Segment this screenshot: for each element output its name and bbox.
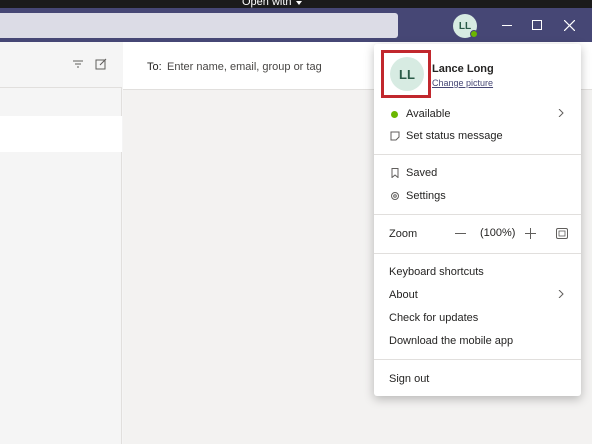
zoom-in-icon[interactable]	[525, 228, 536, 239]
sign-out-item[interactable]: Sign out	[374, 368, 581, 390]
check-updates-label: Check for updates	[389, 312, 479, 324]
zoom-value: (100%)	[480, 227, 516, 239]
list-item[interactable]	[0, 116, 122, 152]
open-with-button[interactable]: Open with	[236, 0, 308, 8]
divider	[374, 253, 581, 254]
open-with-label: Open with	[242, 0, 292, 8]
saved-item[interactable]: Saved	[374, 162, 581, 184]
keyboard-shortcuts-label: Keyboard shortcuts	[389, 266, 484, 278]
chevron-down-icon	[295, 1, 302, 5]
close-button[interactable]	[558, 14, 580, 36]
highlight-box	[381, 50, 431, 98]
settings-label: Settings	[406, 190, 446, 202]
zoom-row: Zoom	[374, 223, 581, 245]
search-input[interactable]	[0, 13, 398, 38]
status-dot-icon	[390, 109, 400, 119]
minimize-button[interactable]	[496, 14, 518, 36]
zoom-out-icon[interactable]	[455, 233, 466, 234]
zoom-label: Zoom	[389, 228, 418, 240]
set-status-label: Set status message	[406, 130, 503, 142]
compose-icon[interactable]	[95, 58, 107, 70]
filter-icon[interactable]	[72, 58, 84, 70]
gear-icon	[391, 192, 399, 200]
download-mobile-item[interactable]: Download the mobile app	[374, 330, 581, 352]
chevron-right-icon	[558, 109, 564, 117]
sign-out-label: Sign out	[389, 373, 430, 385]
avatar-initials: LL	[458, 20, 472, 32]
recipient-input[interactable]: Enter name, email, group or tag	[167, 61, 322, 73]
divider	[374, 214, 581, 215]
chevron-right-icon	[558, 290, 564, 298]
bookmark-icon	[391, 168, 399, 178]
about-label: About	[389, 289, 418, 301]
close-icon	[563, 19, 575, 31]
chat-list-pane	[0, 42, 122, 444]
change-picture-link[interactable]: Change picture	[432, 78, 493, 88]
divider	[374, 154, 581, 155]
maximize-icon	[532, 20, 542, 30]
about-item[interactable]: About	[374, 284, 581, 306]
fit-screen-icon[interactable]	[556, 228, 568, 239]
check-updates-item[interactable]: Check for updates	[374, 307, 581, 329]
status-available-item[interactable]: Available	[374, 103, 581, 125]
divider	[374, 359, 581, 360]
to-label: To:	[147, 61, 162, 73]
download-mobile-label: Download the mobile app	[389, 335, 514, 347]
minimize-icon	[502, 24, 512, 26]
user-name: Lance Long	[432, 63, 494, 75]
status-label: Available	[406, 108, 451, 120]
presence-indicator-icon	[470, 30, 478, 38]
saved-label: Saved	[406, 167, 438, 179]
settings-item[interactable]: Settings	[374, 185, 581, 207]
maximize-button[interactable]	[526, 14, 548, 36]
status-message-icon	[390, 131, 400, 141]
keyboard-shortcuts-item[interactable]: Keyboard shortcuts	[374, 261, 581, 283]
set-status-message-item[interactable]: Set status message	[374, 125, 581, 147]
